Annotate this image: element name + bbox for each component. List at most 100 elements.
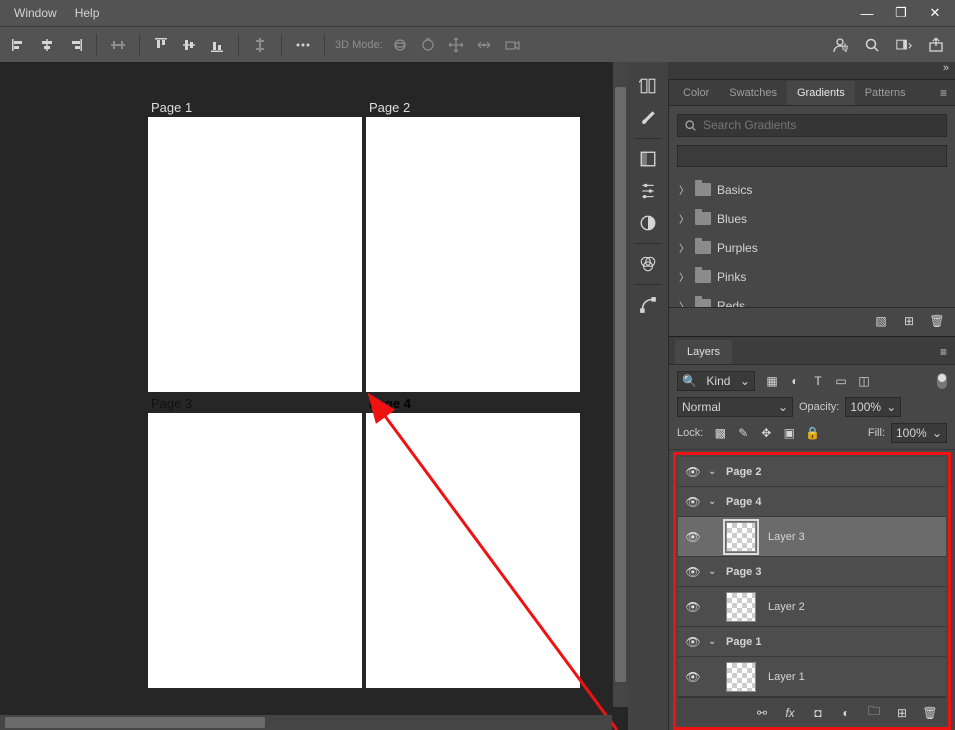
menu-help[interactable]: Help: [67, 2, 108, 24]
layer-group-page4[interactable]: 👁⌄ Page 4: [678, 487, 946, 517]
dock-history-icon[interactable]: [632, 70, 664, 102]
vertical-scrollbar[interactable]: [613, 62, 628, 707]
add-mask-icon[interactable]: ◘: [810, 706, 826, 720]
panel-menu-icon[interactable]: ≡: [932, 81, 955, 105]
3d-roll-icon[interactable]: [417, 34, 439, 56]
layers-menu-icon[interactable]: ≡: [932, 340, 955, 364]
maximize-button[interactable]: ❐: [887, 4, 915, 22]
layer-thumbnail[interactable]: [726, 522, 756, 552]
lock-position-icon[interactable]: ✥: [759, 426, 773, 440]
dock-channels-icon[interactable]: [632, 248, 664, 280]
3d-orbit-icon[interactable]: [389, 34, 411, 56]
align-left-icon[interactable]: [8, 34, 30, 56]
filter-shape-icon[interactable]: ▭: [834, 374, 848, 388]
delete-layer-icon[interactable]: 🗑: [922, 706, 938, 720]
layer-fx-icon[interactable]: fx: [782, 706, 798, 720]
page-2[interactable]: [366, 117, 580, 392]
workspace-icon[interactable]: [893, 34, 915, 56]
folder-pinks[interactable]: 〉Pinks: [673, 262, 951, 291]
chevron-down-icon[interactable]: ⌄: [708, 566, 720, 577]
layer-layer3[interactable]: 👁 Layer 3: [678, 517, 946, 557]
3d-slide-icon[interactable]: [473, 34, 495, 56]
search-gradients[interactable]: [677, 114, 947, 138]
tab-color[interactable]: Color: [673, 81, 719, 105]
new-gradient-icon[interactable]: ⊞: [901, 314, 917, 328]
canvas-area[interactable]: Page 1 Page 2 Page 3 Page 4: [0, 62, 628, 730]
more-icon[interactable]: [292, 34, 314, 56]
align-right-icon[interactable]: [64, 34, 86, 56]
lock-transparent-icon[interactable]: ▩: [713, 426, 727, 440]
panel-collapse-bar[interactable]: »: [668, 62, 955, 80]
layer-layer2[interactable]: 👁 Layer 2: [678, 587, 946, 627]
3d-camera-icon[interactable]: [501, 34, 523, 56]
filter-pixel-icon[interactable]: ▦: [765, 374, 779, 388]
opacity-input[interactable]: 100%⌄: [845, 397, 901, 417]
align-top-icon[interactable]: [150, 34, 172, 56]
align-middle-icon[interactable]: [178, 34, 200, 56]
fill-input[interactable]: 100%⌄: [891, 423, 947, 443]
tab-layers[interactable]: Layers: [675, 340, 732, 364]
visibility-icon[interactable]: 👁: [684, 463, 702, 481]
minimize-button[interactable]: —: [853, 4, 881, 22]
distribute-v-icon[interactable]: [249, 34, 271, 56]
chevron-down-icon[interactable]: ⌄: [708, 496, 720, 507]
dock-paths-icon[interactable]: [632, 289, 664, 321]
lock-artboard-icon[interactable]: ▣: [782, 426, 796, 440]
page-3[interactable]: [148, 413, 362, 688]
layer-thumbnail[interactable]: [726, 662, 756, 692]
3d-pan-icon[interactable]: [445, 34, 467, 56]
dock-styles-icon[interactable]: [632, 207, 664, 239]
chevron-down-icon[interactable]: ⌄: [708, 466, 720, 477]
tab-patterns[interactable]: Patterns: [855, 81, 916, 105]
page-4[interactable]: [366, 413, 580, 688]
distribute-h-icon[interactable]: [107, 34, 129, 56]
visibility-icon[interactable]: 👁: [684, 493, 702, 511]
align-bottom-icon[interactable]: [206, 34, 228, 56]
filter-type-icon[interactable]: T: [811, 374, 825, 388]
close-button[interactable]: ✕: [921, 4, 949, 22]
tab-gradients[interactable]: Gradients: [787, 81, 855, 105]
visibility-icon[interactable]: 👁: [684, 668, 702, 686]
adjustment-layer-icon[interactable]: ◐: [838, 706, 854, 720]
visibility-icon[interactable]: 👁: [684, 598, 702, 616]
delete-gradient-icon[interactable]: 🗑: [929, 314, 945, 328]
visibility-icon[interactable]: 👁: [684, 528, 702, 546]
new-group-icon[interactable]: 🗀: [866, 702, 882, 723]
dock-libraries-icon[interactable]: [632, 143, 664, 175]
blend-mode-select[interactable]: Normal⌄: [677, 397, 793, 417]
layer-group-page2[interactable]: 👁⌄ Page 2: [678, 457, 946, 487]
layer-group-page1[interactable]: 👁⌄ Page 1: [678, 627, 946, 657]
layer-thumbnail[interactable]: [726, 592, 756, 622]
lock-all-icon[interactable]: 🔒: [805, 426, 819, 440]
align-center-h-icon[interactable]: [36, 34, 58, 56]
new-layer-icon[interactable]: ⊞: [894, 706, 910, 720]
folder-basics[interactable]: 〉Basics: [673, 175, 951, 204]
visibility-icon[interactable]: 👁: [684, 563, 702, 581]
filter-kind-select[interactable]: 🔍Kind⌄: [677, 371, 755, 391]
layer-layer1[interactable]: 👁 Layer 1: [678, 657, 946, 697]
filter-adjust-icon[interactable]: ◐: [788, 374, 802, 388]
save-set-icon[interactable]: ▧: [873, 314, 889, 328]
menu-window[interactable]: Window: [6, 2, 65, 24]
visibility-icon[interactable]: 👁: [684, 633, 702, 651]
filter-toggle[interactable]: [937, 373, 947, 389]
share-icon[interactable]: [925, 34, 947, 56]
search-input[interactable]: [703, 118, 940, 132]
link-layers-icon[interactable]: ⚯: [754, 706, 770, 720]
dock-adjustments-icon[interactable]: [632, 175, 664, 207]
user-icon[interactable]: +: [829, 34, 851, 56]
folder-blues[interactable]: 〉Blues: [673, 204, 951, 233]
filter-smart-icon[interactable]: ◫: [857, 374, 871, 388]
dock-brush-icon[interactable]: [632, 102, 664, 134]
folder-icon: [695, 299, 711, 307]
horizontal-scrollbar[interactable]: [0, 715, 612, 730]
layer-group-page3[interactable]: 👁⌄ Page 3: [678, 557, 946, 587]
gradient-preview[interactable]: [677, 145, 947, 167]
page-1[interactable]: [148, 117, 362, 392]
folder-reds[interactable]: 〉Reds: [673, 291, 951, 307]
lock-image-icon[interactable]: ✎: [736, 426, 750, 440]
search-icon[interactable]: [861, 34, 883, 56]
chevron-down-icon[interactable]: ⌄: [708, 636, 720, 647]
tab-swatches[interactable]: Swatches: [719, 81, 787, 105]
folder-purples[interactable]: 〉Purples: [673, 233, 951, 262]
